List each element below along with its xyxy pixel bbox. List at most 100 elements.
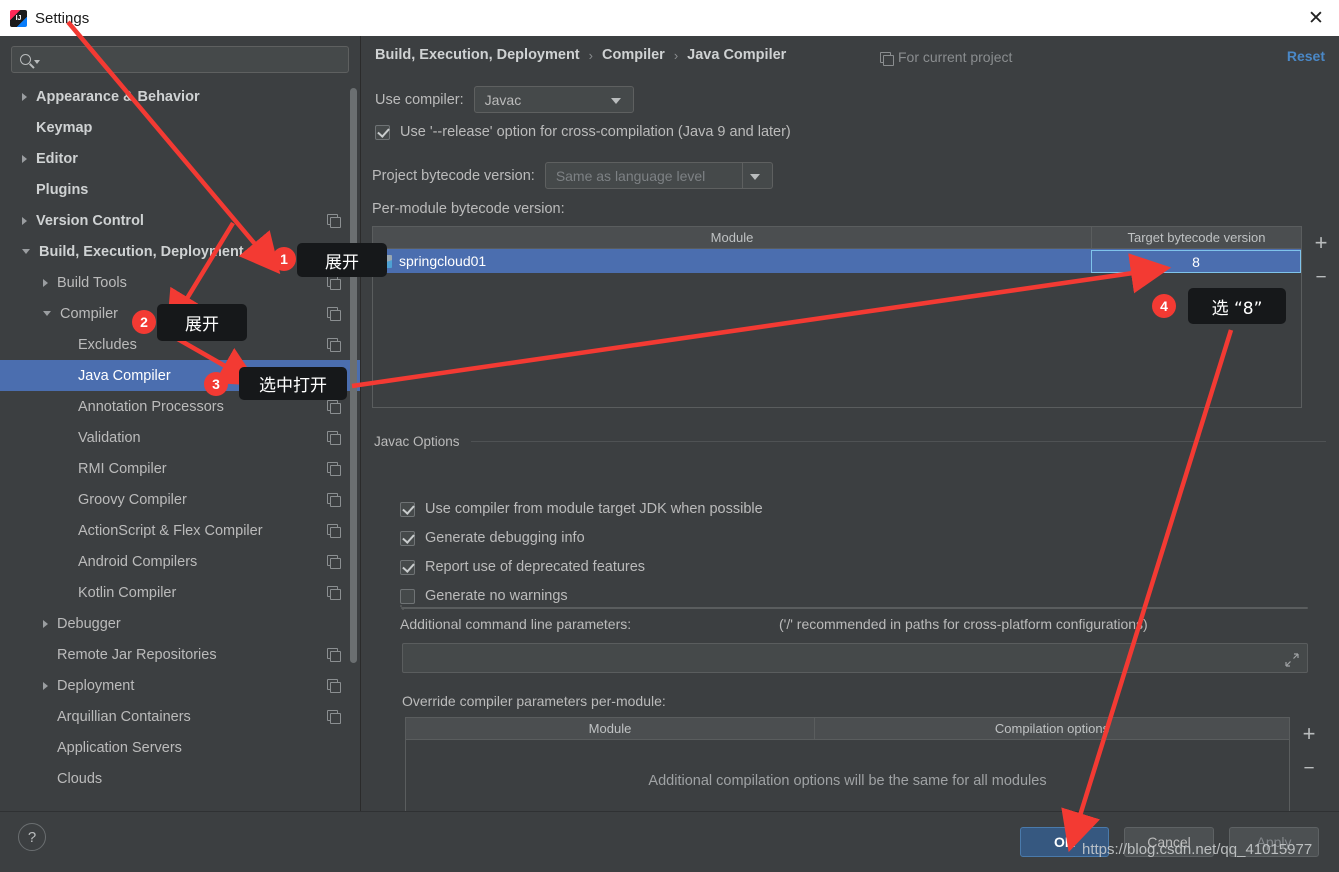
intellij-idea-logo-icon <box>10 9 27 27</box>
javac-options-title: Javac Options <box>374 434 460 449</box>
sidebar-item-label: Annotation Processors <box>78 398 224 415</box>
sidebar-item-groovy-compiler[interactable]: Groovy Compiler <box>0 484 360 515</box>
search-input[interactable] <box>40 52 348 67</box>
module-table-col-version: Target bytecode version <box>1091 227 1301 248</box>
override-table-col-options: Compilation options <box>814 718 1289 739</box>
copy-icon <box>327 369 341 383</box>
breadcrumb-separator: › <box>588 47 593 63</box>
chevron-right-icon[interactable] <box>22 92 27 101</box>
chevron-down-icon[interactable] <box>22 249 30 254</box>
settings-main-panel: Build, Execution, Deployment › Compiler … <box>361 36 1339 830</box>
sidebar-item-validation[interactable]: Validation <box>0 422 360 453</box>
copy-icon <box>327 214 341 228</box>
close-icon[interactable]: ✕ <box>1293 0 1339 36</box>
sidebar-item-clouds[interactable]: Clouds <box>0 763 360 794</box>
release-option-label: Use '--release' option for cross-compila… <box>400 124 791 140</box>
scope-label-text: For current project <box>898 49 1013 65</box>
add-module-button[interactable]: + <box>1304 226 1338 260</box>
javac-opt-0-row[interactable]: Use compiler from module target JDK when… <box>400 501 763 517</box>
settings-tree: Appearance & Behavior Keymap Editor Plugins… <box>0 81 360 794</box>
sidebar-item-label: Excludes <box>78 336 137 353</box>
javac-opt-3-row[interactable]: Generate no warnings <box>400 588 568 604</box>
sidebar-item-editor[interactable]: Editor <box>0 143 360 174</box>
sidebar-item-actionscript-flex-compiler[interactable]: ActionScript & Flex Compiler <box>0 515 360 546</box>
remove-module-button[interactable]: − <box>1304 260 1338 294</box>
sidebar-item-label: Appearance & Behavior <box>36 88 200 105</box>
override-section-label: Override compiler parameters per-module: <box>402 693 666 709</box>
sidebar-item-arquillian-containers[interactable]: Arquillian Containers <box>0 701 360 732</box>
override-table-empty-message: Additional compilation options will be t… <box>648 773 1047 789</box>
sidebar-item-java-compiler[interactable]: Java Compiler <box>0 360 360 391</box>
breadcrumb: Build, Execution, Deployment › Compiler … <box>375 47 786 63</box>
project-bytecode-select[interactable]: Same as language level <box>544 162 773 189</box>
sidebar-item-rmi-compiler[interactable]: RMI Compiler <box>0 453 360 484</box>
override-table-buttons: + − <box>1292 717 1326 785</box>
javac-opt-1-row[interactable]: Generate debugging info <box>400 530 585 546</box>
javac-opt-0-checkbox[interactable] <box>400 501 415 517</box>
sidebar-item-application-servers[interactable]: Application Servers <box>0 732 360 763</box>
sidebar-item-label: Groovy Compiler <box>78 491 187 508</box>
sidebar-item-plugins[interactable]: Plugins <box>0 174 360 205</box>
sidebar-item-build-tools[interactable]: Build Tools <box>0 267 360 298</box>
target-bytecode-version-cell[interactable]: 8 <box>1091 249 1301 273</box>
sidebar-item-compiler[interactable]: Compiler <box>0 298 360 329</box>
override-table-header: Module Compilation options <box>406 718 1289 740</box>
chevron-down-icon <box>749 174 760 180</box>
javac-opt-1-checkbox[interactable] <box>400 530 415 546</box>
copy-icon <box>327 586 341 600</box>
sidebar-item-label: Editor <box>36 150 78 167</box>
table-row[interactable]: springcloud01 8 <box>373 249 1301 273</box>
sidebar-item-label: Application Servers <box>57 739 182 756</box>
hidden2 <box>402 607 1308 609</box>
sidebar-item-label: Build, Execution, Deployment <box>39 243 244 260</box>
javac-opt-3-label: Generate no warnings <box>425 588 568 604</box>
expand-icon[interactable] <box>1285 653 1299 667</box>
javac-opt-3-checkbox[interactable] <box>400 588 415 604</box>
breadcrumb-item-0[interactable]: Build, Execution, Deployment <box>375 47 580 63</box>
module-table-col-module: Module <box>710 230 754 245</box>
chevron-right-icon[interactable] <box>43 619 48 628</box>
chevron-right-icon[interactable] <box>22 154 27 163</box>
sidebar-item-android-compilers[interactable]: Android Compilers <box>0 546 360 577</box>
chevron-right-icon[interactable] <box>43 278 48 287</box>
sidebar-item-annotation-processors[interactable]: Annotation Processors <box>0 391 360 422</box>
chevron-down-icon[interactable] <box>43 311 51 316</box>
use-compiler-select[interactable]: Javac <box>473 86 634 113</box>
scope-label: For current project <box>880 49 1013 66</box>
chevron-right-icon[interactable] <box>22 216 27 225</box>
remove-override-button[interactable]: − <box>1292 751 1326 785</box>
chevron-right-icon[interactable] <box>43 681 48 690</box>
additional-params-field[interactable] <box>402 643 1308 673</box>
search-container <box>0 36 360 79</box>
search-box[interactable] <box>11 46 349 73</box>
javac-opt-2-row[interactable]: Report use of deprecated features <box>400 559 645 575</box>
copy-icon <box>327 276 341 290</box>
breadcrumb-item-1[interactable]: Compiler <box>602 47 665 63</box>
add-override-button[interactable]: + <box>1292 717 1326 751</box>
per-module-label: Per-module bytecode version: <box>372 201 565 217</box>
sidebar-item-appearance-behavior[interactable]: Appearance & Behavior <box>0 81 360 112</box>
help-button[interactable]: ? <box>18 823 46 851</box>
copy-icon <box>327 431 341 445</box>
sidebar-scrollbar-thumb[interactable] <box>350 88 357 663</box>
sidebar-item-version-control[interactable]: Version Control <box>0 205 360 236</box>
sidebar-item-deployment[interactable]: Deployment <box>0 670 360 701</box>
sidebar-item-remote-jar-repositories[interactable]: Remote Jar Repositories <box>0 639 360 670</box>
release-option-row[interactable]: Use '--release' option for cross-compila… <box>375 124 791 140</box>
sidebar-item-debugger[interactable]: Debugger <box>0 608 360 639</box>
module-name-cell[interactable]: springcloud01 <box>373 253 1091 269</box>
sidebar-item-excludes[interactable]: Excludes <box>0 329 360 360</box>
sidebar-item-keymap[interactable]: Keymap <box>0 112 360 143</box>
reset-link[interactable]: Reset <box>1287 48 1325 64</box>
copy-icon <box>327 679 341 693</box>
sidebar-item-label: Java Compiler <box>78 367 171 384</box>
sidebar-item-label: Validation <box>78 429 141 446</box>
copy-icon <box>880 51 894 66</box>
release-option-checkbox[interactable] <box>375 124 390 140</box>
javac-opt-2-checkbox[interactable] <box>400 559 415 575</box>
sidebar-item-label: Arquillian Containers <box>57 708 191 725</box>
use-compiler-label: Use compiler: <box>375 91 464 108</box>
sidebar-item-label: Android Compilers <box>78 553 198 570</box>
sidebar-item-build-execution-deployment[interactable]: Build, Execution, Deployment <box>0 236 360 267</box>
sidebar-item-kotlin-compiler[interactable]: Kotlin Compiler <box>0 577 360 608</box>
